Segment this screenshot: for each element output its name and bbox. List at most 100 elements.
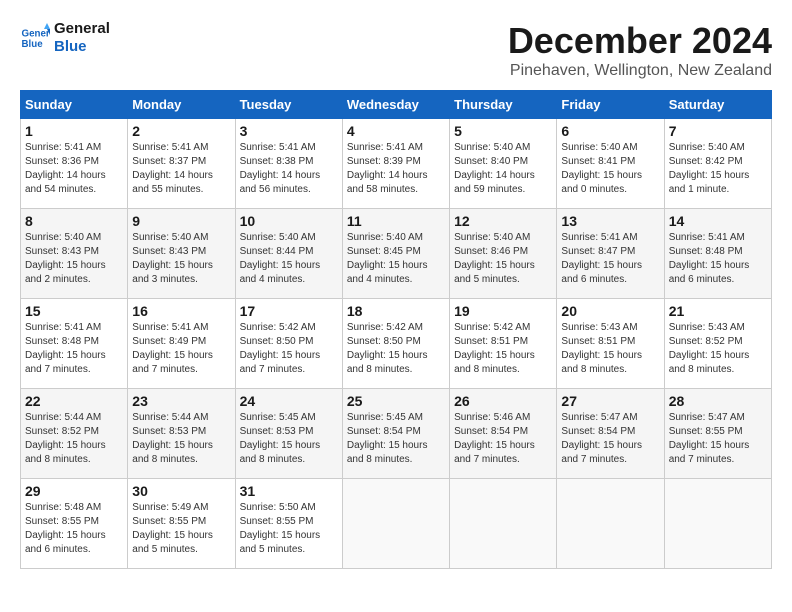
day-info: Sunrise: 5:47 AM Sunset: 8:55 PM Dayligh… xyxy=(669,411,767,467)
calendar-cell: 19 Sunrise: 5:42 AM Sunset: 8:51 PM Dayli… xyxy=(450,299,557,389)
day-info: Sunrise: 5:41 AM Sunset: 8:48 PM Dayligh… xyxy=(25,321,123,377)
weekday-header: Tuesday xyxy=(235,91,342,119)
day-number: 16 xyxy=(132,303,230,319)
day-info: Sunrise: 5:41 AM Sunset: 8:39 PM Dayligh… xyxy=(347,141,445,197)
month-title: December 2024 xyxy=(508,20,772,62)
day-number: 30 xyxy=(132,483,230,499)
calendar-cell xyxy=(450,479,557,569)
day-number: 9 xyxy=(132,213,230,229)
logo-icon: General Blue xyxy=(20,23,50,53)
weekday-header: Sunday xyxy=(21,91,128,119)
calendar-cell: 22 Sunrise: 5:44 AM Sunset: 8:52 PM Dayli… xyxy=(21,389,128,479)
calendar-cell: 6 Sunrise: 5:40 AM Sunset: 8:41 PM Daylig… xyxy=(557,119,664,209)
day-number: 22 xyxy=(25,393,123,409)
calendar-week-row: 8Sunrise: 5:40 AM Sunset: 8:43 PM Daylig… xyxy=(21,209,772,299)
day-number: 23 xyxy=(132,393,230,409)
calendar-cell: 1Sunrise: 5:41 AM Sunset: 8:36 PM Daylig… xyxy=(21,119,128,209)
day-number: 11 xyxy=(347,213,445,229)
day-number: 6 xyxy=(561,123,659,139)
day-info: Sunrise: 5:42 AM Sunset: 8:50 PM Dayligh… xyxy=(347,321,445,377)
weekday-header: Saturday xyxy=(664,91,771,119)
svg-text:Blue: Blue xyxy=(22,39,44,50)
day-info: Sunrise: 5:40 AM Sunset: 8:44 PM Dayligh… xyxy=(240,231,338,287)
day-info: Sunrise: 5:43 AM Sunset: 8:51 PM Dayligh… xyxy=(561,321,659,377)
calendar-cell: 14Sunrise: 5:41 AM Sunset: 8:48 PM Dayli… xyxy=(664,209,771,299)
day-info: Sunrise: 5:40 AM Sunset: 8:43 PM Dayligh… xyxy=(25,231,123,287)
day-info: Sunrise: 5:50 AM Sunset: 8:55 PM Dayligh… xyxy=(240,501,338,557)
day-info: Sunrise: 5:45 AM Sunset: 8:53 PM Dayligh… xyxy=(240,411,338,467)
day-info: Sunrise: 5:41 AM Sunset: 8:47 PM Dayligh… xyxy=(561,231,659,287)
calendar-week-row: 29 Sunrise: 5:48 AM Sunset: 8:55 PM Dayli… xyxy=(21,479,772,569)
weekday-header: Thursday xyxy=(450,91,557,119)
day-info: Sunrise: 5:41 AM Sunset: 8:37 PM Dayligh… xyxy=(132,141,230,197)
day-info: Sunrise: 5:40 AM Sunset: 8:46 PM Dayligh… xyxy=(454,231,552,287)
day-number: 25 xyxy=(347,393,445,409)
location-title: Pinehaven, Wellington, New Zealand xyxy=(508,62,772,80)
day-number: 29 xyxy=(25,483,123,499)
day-number: 18 xyxy=(347,303,445,319)
title-area: December 2024 Pinehaven, Wellington, New… xyxy=(508,20,772,80)
logo-line2: Blue xyxy=(54,38,110,56)
calendar-cell: 30 Sunrise: 5:49 AM Sunset: 8:55 PM Dayli… xyxy=(128,479,235,569)
day-number: 5 xyxy=(454,123,552,139)
day-info: Sunrise: 5:41 AM Sunset: 8:38 PM Dayligh… xyxy=(240,141,338,197)
logo-line1: General xyxy=(54,20,110,38)
day-info: Sunrise: 5:48 AM Sunset: 8:55 PM Dayligh… xyxy=(25,501,123,557)
calendar-cell: 24 Sunrise: 5:45 AM Sunset: 8:53 PM Dayli… xyxy=(235,389,342,479)
day-info: Sunrise: 5:49 AM Sunset: 8:55 PM Dayligh… xyxy=(132,501,230,557)
day-info: Sunrise: 5:46 AM Sunset: 8:54 PM Dayligh… xyxy=(454,411,552,467)
day-number: 17 xyxy=(240,303,338,319)
day-info: Sunrise: 5:41 AM Sunset: 8:48 PM Dayligh… xyxy=(669,231,767,287)
calendar-cell: 26Sunrise: 5:46 AM Sunset: 8:54 PM Dayli… xyxy=(450,389,557,479)
calendar-cell: 28 Sunrise: 5:47 AM Sunset: 8:55 PM Dayli… xyxy=(664,389,771,479)
calendar-cell: 8Sunrise: 5:40 AM Sunset: 8:43 PM Daylig… xyxy=(21,209,128,299)
weekday-header: Wednesday xyxy=(342,91,449,119)
day-number: 28 xyxy=(669,393,767,409)
calendar-cell: 29 Sunrise: 5:48 AM Sunset: 8:55 PM Dayli… xyxy=(21,479,128,569)
calendar-cell: 31Sunrise: 5:50 AM Sunset: 8:55 PM Dayli… xyxy=(235,479,342,569)
day-number: 15 xyxy=(25,303,123,319)
calendar-cell: 4 Sunrise: 5:41 AM Sunset: 8:39 PM Daylig… xyxy=(342,119,449,209)
day-number: 2 xyxy=(132,123,230,139)
calendar-cell: 15 Sunrise: 5:41 AM Sunset: 8:48 PM Dayli… xyxy=(21,299,128,389)
calendar-cell: 21Sunrise: 5:43 AM Sunset: 8:52 PM Dayli… xyxy=(664,299,771,389)
day-number: 27 xyxy=(561,393,659,409)
day-info: Sunrise: 5:44 AM Sunset: 8:53 PM Dayligh… xyxy=(132,411,230,467)
calendar-cell: 11Sunrise: 5:40 AM Sunset: 8:45 PM Dayli… xyxy=(342,209,449,299)
calendar-cell: 7Sunrise: 5:40 AM Sunset: 8:42 PM Daylig… xyxy=(664,119,771,209)
calendar-cell: 10 Sunrise: 5:40 AM Sunset: 8:44 PM Dayli… xyxy=(235,209,342,299)
day-number: 10 xyxy=(240,213,338,229)
day-number: 24 xyxy=(240,393,338,409)
day-number: 20 xyxy=(561,303,659,319)
day-info: Sunrise: 5:45 AM Sunset: 8:54 PM Dayligh… xyxy=(347,411,445,467)
day-info: Sunrise: 5:40 AM Sunset: 8:42 PM Dayligh… xyxy=(669,141,767,197)
calendar-cell: 20 Sunrise: 5:43 AM Sunset: 8:51 PM Dayli… xyxy=(557,299,664,389)
calendar-cell xyxy=(342,479,449,569)
day-info: Sunrise: 5:44 AM Sunset: 8:52 PM Dayligh… xyxy=(25,411,123,467)
day-number: 13 xyxy=(561,213,659,229)
calendar-cell xyxy=(664,479,771,569)
calendar-cell: 27Sunrise: 5:47 AM Sunset: 8:54 PM Dayli… xyxy=(557,389,664,479)
day-number: 1 xyxy=(25,123,123,139)
calendar-cell: 23 Sunrise: 5:44 AM Sunset: 8:53 PM Dayli… xyxy=(128,389,235,479)
day-number: 3 xyxy=(240,123,338,139)
day-info: Sunrise: 5:42 AM Sunset: 8:50 PM Dayligh… xyxy=(240,321,338,377)
day-info: Sunrise: 5:40 AM Sunset: 8:41 PM Dayligh… xyxy=(561,141,659,197)
page-header: General Blue General Blue December 2024 … xyxy=(20,20,772,80)
calendar-week-row: 1Sunrise: 5:41 AM Sunset: 8:36 PM Daylig… xyxy=(21,119,772,209)
logo: General Blue General Blue xyxy=(20,20,110,56)
svg-text:General: General xyxy=(22,29,51,40)
day-number: 19 xyxy=(454,303,552,319)
day-number: 21 xyxy=(669,303,767,319)
weekday-header: Monday xyxy=(128,91,235,119)
calendar-cell: 2 Sunrise: 5:41 AM Sunset: 8:37 PM Daylig… xyxy=(128,119,235,209)
day-info: Sunrise: 5:42 AM Sunset: 8:51 PM Dayligh… xyxy=(454,321,552,377)
calendar-cell: 13 Sunrise: 5:41 AM Sunset: 8:47 PM Dayli… xyxy=(557,209,664,299)
weekday-header: Friday xyxy=(557,91,664,119)
day-info: Sunrise: 5:40 AM Sunset: 8:43 PM Dayligh… xyxy=(132,231,230,287)
calendar-header-row: SundayMondayTuesdayWednesdayThursdayFrid… xyxy=(21,91,772,119)
calendar-cell: 18 Sunrise: 5:42 AM Sunset: 8:50 PM Dayli… xyxy=(342,299,449,389)
day-number: 12 xyxy=(454,213,552,229)
calendar-body: 1Sunrise: 5:41 AM Sunset: 8:36 PM Daylig… xyxy=(21,119,772,569)
day-number: 4 xyxy=(347,123,445,139)
